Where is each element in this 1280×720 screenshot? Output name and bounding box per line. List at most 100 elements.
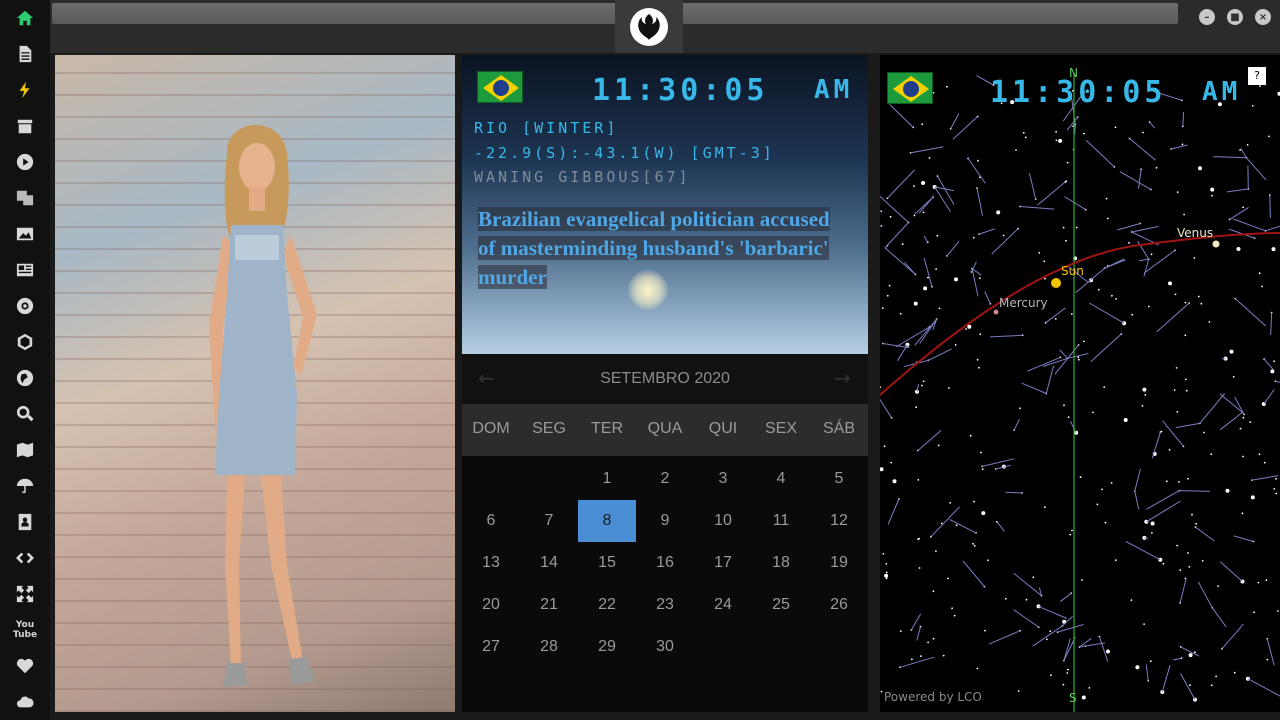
calendar-day-today[interactable]: 8 (578, 500, 636, 542)
bolt-icon[interactable] (14, 79, 36, 101)
star (1066, 161, 1069, 164)
calendar-day[interactable]: 20 (462, 584, 520, 626)
youtube-icon[interactable]: You Tube (13, 619, 37, 641)
cloud-icon[interactable] (14, 691, 36, 713)
star (954, 344, 957, 346)
image-icon[interactable] (14, 223, 36, 245)
constellation-line (1029, 173, 1037, 200)
calendar-day[interactable]: 16 (636, 542, 694, 584)
star (1114, 126, 1117, 129)
powered-by-credit[interactable]: Powered by LCO (884, 690, 982, 704)
settings-wheel-icon[interactable] (14, 295, 36, 317)
newspaper-icon[interactable] (14, 259, 36, 281)
translate-icon[interactable] (14, 187, 36, 209)
constellation-line (1252, 475, 1279, 481)
calendar-day[interactable]: 28 (520, 626, 578, 668)
calendar-day[interactable]: 18 (752, 542, 810, 584)
calendar-day[interactable]: 7 (520, 500, 578, 542)
news-headline[interactable]: Brazilian evangelical politician accused… (478, 205, 850, 292)
calendar-day[interactable]: 25 (752, 584, 810, 626)
calendar-day[interactable]: 11 (752, 500, 810, 542)
constellation-line (1146, 490, 1180, 510)
calendar-day[interactable]: 10 (694, 500, 752, 542)
calendar-day[interactable]: 17 (694, 542, 752, 584)
calendar-day[interactable]: 6 (462, 500, 520, 542)
sun-marker[interactable] (1051, 278, 1061, 288)
constellation-line (1247, 678, 1280, 697)
star (981, 468, 984, 470)
calendar-day[interactable]: 29 (578, 626, 636, 668)
star (1241, 512, 1244, 515)
calendar-day[interactable]: 26 (810, 584, 868, 626)
star (882, 553, 885, 555)
star (1019, 407, 1021, 410)
star (1038, 252, 1041, 254)
calendar-day[interactable]: 24 (694, 584, 752, 626)
calendar-day[interactable]: 5 (810, 458, 868, 500)
next-month-button[interactable]: → (834, 366, 851, 390)
calendar-day[interactable]: 22 (578, 584, 636, 626)
star (977, 159, 979, 162)
map-icon[interactable] (14, 439, 36, 461)
sky-map[interactable] (880, 55, 1280, 712)
calendar-day[interactable]: 23 (636, 584, 694, 626)
globe-icon[interactable] (14, 367, 36, 389)
star (979, 333, 982, 336)
calendar-day[interactable]: 13 (462, 542, 520, 584)
code-icon[interactable] (14, 547, 36, 569)
umbrella-icon[interactable] (14, 475, 36, 497)
heart-icon[interactable] (14, 655, 36, 677)
star (1050, 674, 1052, 677)
close-icon[interactable]: × (1255, 9, 1271, 25)
contacts-icon[interactable] (14, 511, 36, 533)
star (1200, 302, 1203, 305)
star (1144, 394, 1147, 396)
constellation-line (1119, 171, 1152, 190)
help-button[interactable]: ? (1248, 67, 1266, 85)
calendar-day[interactable]: 4 (752, 458, 810, 500)
venus-marker[interactable] (1212, 240, 1220, 248)
brazil-flag-icon-2[interactable] (887, 72, 933, 104)
star (1211, 194, 1213, 197)
calendar-day[interactable]: 14 (520, 542, 578, 584)
maximize-icon[interactable]: ■ (1227, 9, 1243, 25)
mercury-marker[interactable] (993, 309, 999, 315)
constellation-line (1104, 258, 1125, 269)
star (1215, 675, 1217, 678)
constellation-line (1195, 526, 1215, 542)
star (1168, 448, 1171, 451)
constellation-line (946, 241, 960, 257)
calendar-day[interactable]: 21 (520, 584, 578, 626)
play-icon[interactable] (14, 151, 36, 173)
calendar-day[interactable]: 12 (810, 500, 868, 542)
search-icon[interactable] (14, 403, 36, 425)
star (1178, 481, 1180, 483)
star (1242, 416, 1245, 419)
calendar-day[interactable]: 1 (578, 458, 636, 500)
logo-tab[interactable] (615, 0, 683, 53)
calendar-day[interactable]: 3 (694, 458, 752, 500)
minimize-icon[interactable]: – (1199, 9, 1215, 25)
calendar-day[interactable]: 30 (636, 626, 694, 668)
calendar-day[interactable]: 15 (578, 542, 636, 584)
calendar-day[interactable]: 9 (636, 500, 694, 542)
constellation-line (1098, 636, 1109, 662)
star (1232, 375, 1235, 378)
calendar-day[interactable]: 2 (636, 458, 694, 500)
archive-icon[interactable] (14, 115, 36, 137)
constellation-line (880, 399, 893, 419)
moon-phase-label: WANING GIBBOUS[67] (474, 168, 691, 186)
calendar-day[interactable]: 27 (462, 626, 520, 668)
expand-icon[interactable] (14, 583, 36, 605)
network-icon[interactable] (14, 331, 36, 353)
calendar-day[interactable]: 19 (810, 542, 868, 584)
document-icon[interactable] (14, 43, 36, 65)
star (883, 445, 886, 448)
star (1210, 684, 1213, 687)
brazil-flag-icon[interactable] (477, 71, 523, 103)
home-icon[interactable] (14, 7, 36, 29)
constellation-line (1143, 249, 1176, 274)
star (1251, 105, 1254, 107)
star (1193, 257, 1196, 259)
star (1049, 630, 1052, 633)
